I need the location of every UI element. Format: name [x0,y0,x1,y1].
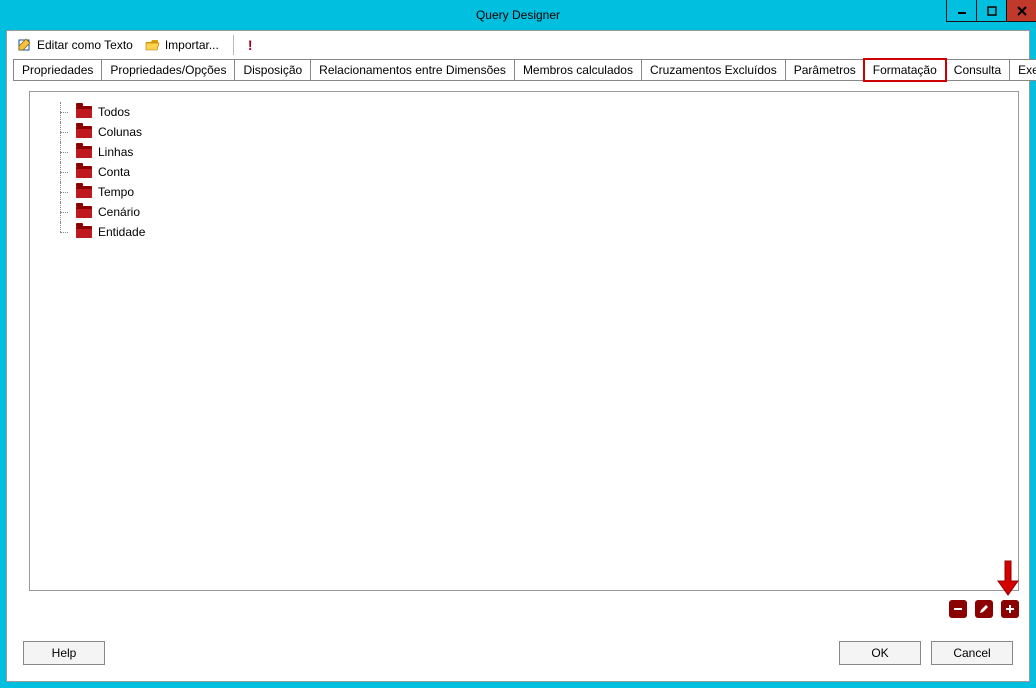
import-button[interactable]: Importar... [141,35,223,55]
tree-connector-icon [60,122,70,142]
plus-icon [1004,603,1016,615]
tab-disposicao[interactable]: Disposição [234,59,311,81]
tree-item-colunas[interactable]: Colunas [60,122,1008,142]
tree-item-label: Colunas [98,125,142,139]
edit-as-text-label: Editar como Texto [37,38,133,52]
tab-label: Parâmetros [794,63,856,77]
folder-icon [76,106,92,118]
tabstrip: Propriedades Propriedades/Opções Disposi… [7,59,1029,81]
toolbar: Editar como Texto Importar... ! [7,31,1029,59]
tree-connector-icon [60,102,70,122]
folder-icon [76,126,92,138]
tree-connector-icon [60,162,70,182]
tree-connector-icon [60,182,70,202]
tree-item-todos[interactable]: Todos [60,102,1008,122]
ok-button[interactable]: OK [839,641,921,665]
minus-icon [952,603,964,615]
tree-item-conta[interactable]: Conta [60,162,1008,182]
tab-cruzamentos-excluidos[interactable]: Cruzamentos Excluídos [641,59,786,81]
folder-open-icon [145,37,161,53]
folder-icon [76,226,92,238]
tab-propriedades-opcoes[interactable]: Propriedades/Opções [101,59,235,81]
cancel-button[interactable]: Cancel [931,641,1013,665]
tab-membros-calculados[interactable]: Membros calculados [514,59,642,81]
client-area: Editar como Texto Importar... ! Propried… [6,30,1030,682]
tab-label: Execução [1018,63,1036,77]
tab-formatacao[interactable]: Formatação [864,59,946,81]
tree-connector-icon [60,222,70,242]
tree-connector-icon [60,202,70,222]
edit-text-icon [17,37,33,53]
tree-item-tempo[interactable]: Tempo [60,182,1008,202]
close-button[interactable] [1006,0,1036,22]
tab-label: Propriedades/Opções [110,63,226,77]
tree-item-label: Linhas [98,145,133,159]
window-title: Query Designer [476,8,560,22]
edit-as-text-button[interactable]: Editar como Texto [13,35,137,55]
tab-label: Membros calculados [523,63,633,77]
import-label: Importar... [165,38,219,52]
pencil-icon [978,603,990,615]
minimize-icon [957,6,967,16]
tab-label: Relacionamentos entre Dimensões [319,63,506,77]
tab-propriedades[interactable]: Propriedades [13,59,102,81]
help-button[interactable]: Help [23,641,105,665]
tree-item-label: Todos [98,105,130,119]
help-label: Help [52,646,77,660]
remove-button[interactable] [949,600,967,618]
maximize-button[interactable] [976,0,1006,22]
folder-icon [76,146,92,158]
tab-label: Disposição [243,63,302,77]
tab-label: Cruzamentos Excluídos [650,63,777,77]
close-icon [1017,6,1027,16]
tree-item-label: Entidade [98,225,145,239]
window-frame: Query Designer Editar como Texto [0,0,1036,688]
tree-connector-icon [60,142,70,162]
tab-label: Propriedades [22,63,93,77]
edit-button[interactable] [975,600,993,618]
titlebar[interactable]: Query Designer [0,0,1036,30]
tab-execucao[interactable]: Execução [1009,59,1036,81]
alert-icon[interactable]: ! [244,37,257,53]
tab-relacionamentos[interactable]: Relacionamentos entre Dimensões [310,59,515,81]
add-button[interactable] [1001,600,1019,618]
tree-item-linhas[interactable]: Linhas [60,142,1008,162]
maximize-icon [987,6,997,16]
toolbar-separator [233,35,234,55]
ok-label: OK [871,646,888,660]
folder-icon [76,186,92,198]
window-controls [946,0,1036,22]
folder-icon [76,206,92,218]
tree-item-label: Conta [98,165,130,179]
tree-view[interactable]: Todos Colunas Linhas Conta [30,92,1018,252]
tree-item-label: Cenário [98,205,140,219]
tree-item-entidade[interactable]: Entidade [60,222,1008,242]
minimize-button[interactable] [946,0,976,22]
tab-parametros[interactable]: Parâmetros [785,59,865,81]
tab-label: Consulta [954,63,1001,77]
folder-icon [76,166,92,178]
content-panel: Todos Colunas Linhas Conta [29,91,1019,591]
tab-label: Formatação [873,63,937,77]
cancel-label: Cancel [953,646,990,660]
tree-item-label: Tempo [98,185,134,199]
tree-item-cenario[interactable]: Cenário [60,202,1008,222]
tab-consulta[interactable]: Consulta [945,59,1010,81]
footer-buttons: Help OK Cancel [23,639,1013,667]
action-buttons [949,597,1019,621]
